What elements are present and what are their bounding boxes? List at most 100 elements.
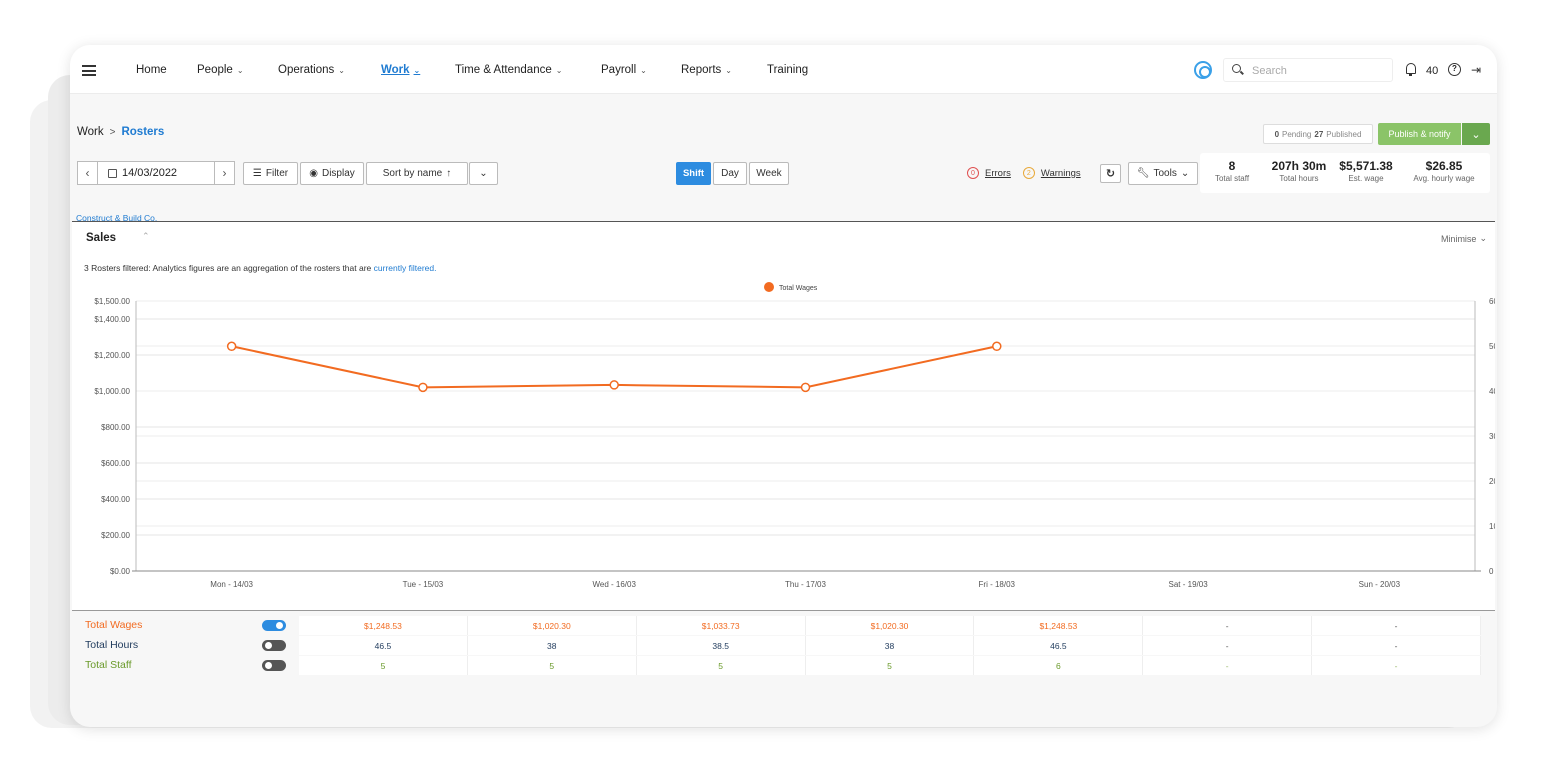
publish-dropdown-button[interactable]: ⌄ bbox=[1462, 123, 1490, 145]
logout-icon[interactable]: ⇥ bbox=[1471, 63, 1481, 77]
chevron-down-icon: ⌄ bbox=[1471, 128, 1481, 141]
table-cell: - bbox=[1143, 636, 1313, 655]
stat-value: $26.85 bbox=[1425, 159, 1463, 173]
chevron-down-icon: ⌄ bbox=[338, 65, 345, 75]
view-day-button[interactable]: Day bbox=[713, 162, 747, 185]
table-cell: 5 bbox=[299, 656, 468, 675]
y-left-tick-label: $400.00 bbox=[101, 495, 130, 504]
notification-count: 40 bbox=[1426, 65, 1439, 77]
y-left-tick-label: $200.00 bbox=[101, 531, 130, 540]
table-cell: - bbox=[1312, 656, 1482, 675]
wrench-icon: 🔧︎ bbox=[1136, 168, 1150, 179]
breadcrumb-current: Rosters bbox=[121, 126, 165, 138]
sort-asc-icon: ↑ bbox=[446, 168, 452, 179]
date-prev-button[interactable]: ‹ bbox=[78, 162, 98, 184]
nav-item-home[interactable]: Home bbox=[136, 64, 167, 76]
chevron-down-icon: ⌄ bbox=[479, 168, 488, 179]
chevron-down-icon: ⌄ bbox=[555, 65, 563, 75]
x-tick-label: Sat - 19/03 bbox=[1169, 580, 1209, 589]
nav-item-work[interactable]: Work ⌄ bbox=[381, 64, 420, 76]
date-text: 14/03/2022 bbox=[122, 167, 178, 179]
y-right-tick-label: 60 bbox=[1489, 297, 1495, 306]
stat-value: 8 bbox=[1228, 159, 1236, 173]
breadcrumb-root[interactable]: Work bbox=[77, 126, 104, 138]
y-left-tick-label: $1,200.00 bbox=[94, 351, 130, 360]
sort-dropdown-button[interactable]: ⌄ bbox=[469, 162, 498, 185]
stat-total-staff: 8 Total staff bbox=[1200, 159, 1264, 183]
table-cell: 46.5 bbox=[299, 636, 468, 655]
currently-filtered-link[interactable]: currently filtered. bbox=[374, 263, 437, 273]
table-cell: - bbox=[1312, 616, 1482, 635]
nav-item-label: Work bbox=[381, 64, 410, 76]
x-tick-label: Wed - 16/03 bbox=[592, 580, 636, 589]
y-left-tick-label: $1,000.00 bbox=[94, 387, 130, 396]
nav-item-label: Home bbox=[136, 64, 167, 76]
nav-item-people[interactable]: People ⌄ bbox=[197, 64, 244, 76]
y-right-tick-label: 50 bbox=[1489, 342, 1495, 351]
refresh-icon: ↻ bbox=[1105, 168, 1116, 180]
stat-label: Total hours bbox=[1279, 174, 1319, 183]
y-left-tick-label: $1,500.00 bbox=[94, 297, 130, 306]
stat-avg-hourly-wage: $26.85 Avg. hourly wage bbox=[1398, 159, 1490, 183]
breadcrumb: Work > Rosters bbox=[77, 126, 164, 138]
search-box[interactable] bbox=[1223, 58, 1393, 82]
publish-status-badge: 0 Pending 27 Published bbox=[1263, 124, 1373, 144]
search-input[interactable] bbox=[1252, 63, 1382, 78]
date-next-button[interactable]: › bbox=[214, 162, 234, 184]
minimise-button[interactable]: Minimise ⌄ bbox=[1441, 233, 1487, 244]
nav-item-label: Training bbox=[767, 64, 809, 76]
view-week-button[interactable]: Week bbox=[749, 162, 789, 185]
filter-icon: ☰ bbox=[252, 168, 262, 179]
filter-note-text: 3 Rosters filtered: Analytics figures ar… bbox=[84, 263, 372, 273]
filter-label: Filter bbox=[265, 168, 289, 179]
table-cell: 5 bbox=[636, 656, 806, 675]
breadcrumb-separator: > bbox=[109, 126, 116, 138]
data-point bbox=[800, 382, 811, 393]
table-cell: $1,248.53 bbox=[974, 616, 1144, 635]
display-label: Display bbox=[321, 168, 355, 179]
date-value[interactable]: 14/03/2022 bbox=[108, 167, 177, 179]
display-button[interactable]: ◉ Display bbox=[300, 162, 364, 185]
nav-item-label: People bbox=[197, 64, 233, 76]
x-tick-label: Thu - 17/03 bbox=[785, 580, 826, 589]
hamburger-menu-icon[interactable] bbox=[82, 65, 96, 76]
publish-notify-button[interactable]: Publish & notify bbox=[1378, 123, 1461, 145]
data-point bbox=[992, 341, 1002, 352]
nav-item-operations[interactable]: Operations ⌄ bbox=[278, 64, 345, 76]
view-shift-button[interactable]: Shift bbox=[676, 162, 711, 185]
errors-link[interactable]: Errors bbox=[985, 168, 1011, 179]
sort-label: Sort by name bbox=[382, 168, 443, 179]
table-cell: 38 bbox=[467, 636, 637, 655]
y-left-tick-label: $600.00 bbox=[101, 459, 130, 468]
stat-label: Avg. hourly wage bbox=[1413, 174, 1475, 183]
nav-item-time-attendance[interactable]: Time & Attendance ⌄ bbox=[455, 64, 562, 76]
tools-button[interactable]: 🔧︎ Tools ⌄ bbox=[1128, 162, 1198, 185]
metric-toggle[interactable] bbox=[262, 660, 286, 671]
y-left-tick-label: $800.00 bbox=[101, 423, 130, 432]
metric-toggle[interactable] bbox=[262, 620, 286, 631]
x-tick-label: Fri - 18/03 bbox=[979, 580, 1016, 589]
filter-button[interactable]: ☰ Filter bbox=[243, 162, 298, 185]
tools-label: Tools bbox=[1153, 168, 1177, 179]
warnings-link[interactable]: Warnings bbox=[1041, 168, 1081, 179]
table-cell: $1,033.73 bbox=[636, 616, 806, 635]
nav-item-payroll[interactable]: Payroll ⌄ bbox=[601, 64, 647, 76]
nav-item-label: Payroll bbox=[601, 64, 637, 76]
table-cell: 46.5 bbox=[974, 636, 1144, 655]
y-right-tick-label: 10 bbox=[1489, 522, 1495, 531]
y-right-tick-label: 0 bbox=[1489, 567, 1494, 576]
bell-icon[interactable] bbox=[1406, 63, 1416, 76]
sort-button[interactable]: Sort by name ↑ bbox=[366, 162, 468, 185]
y-right-tick-label: 30 bbox=[1489, 432, 1495, 441]
data-point bbox=[226, 341, 237, 352]
help-icon[interactable]: ? bbox=[1448, 63, 1461, 76]
refresh-button[interactable]: ↻ bbox=[1100, 164, 1121, 183]
metric-label: Total Wages bbox=[85, 619, 143, 631]
warnings-count: 2 bbox=[1022, 167, 1035, 179]
nav-item-reports[interactable]: Reports ⌄ bbox=[681, 64, 732, 76]
y-left-tick-label: $1,400.00 bbox=[94, 315, 130, 324]
nav-item-training[interactable]: Training bbox=[767, 64, 808, 76]
metric-toggle[interactable] bbox=[262, 640, 286, 651]
y-right-tick-label: 40 bbox=[1489, 387, 1495, 396]
collapse-caret-icon[interactable]: ⌃ bbox=[142, 231, 150, 242]
